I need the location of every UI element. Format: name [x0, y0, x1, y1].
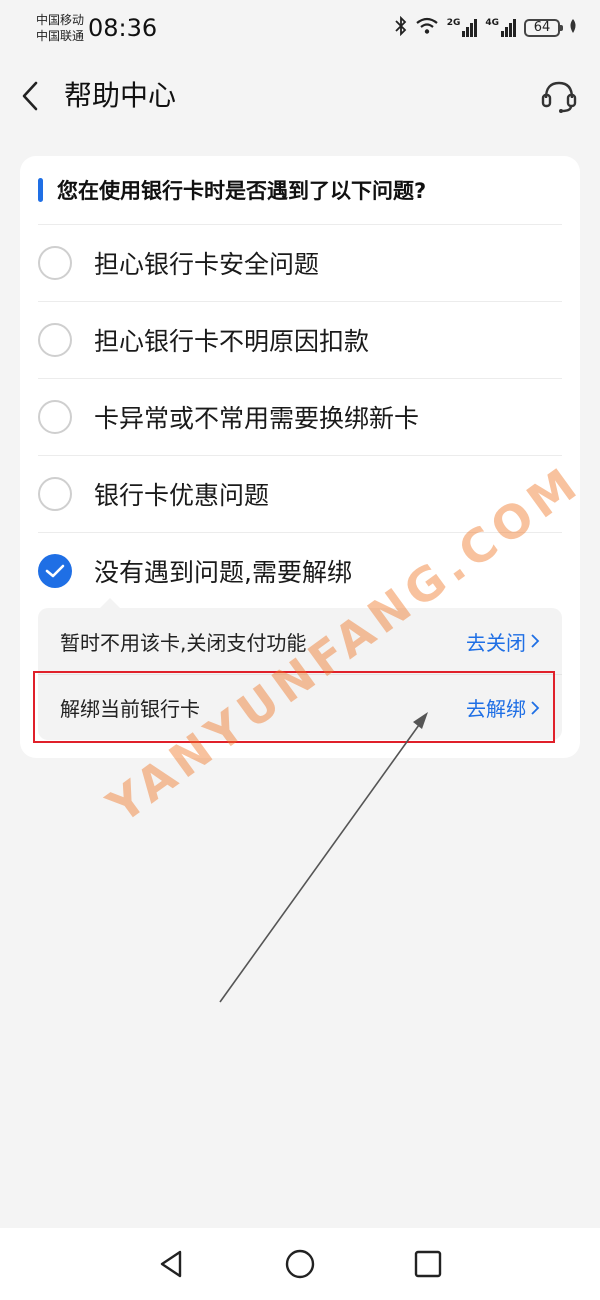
customer-service-button[interactable] — [540, 78, 578, 114]
nav-recents-button[interactable] — [412, 1248, 444, 1280]
question-text: 您在使用银行卡时是否遇到了以下问题? — [57, 179, 427, 203]
option-label: 担心银行卡不明原因扣款 — [94, 327, 370, 356]
action-text: 去关闭 — [466, 630, 526, 655]
carrier-info: 中国移动 中国联通 — [36, 12, 84, 44]
bluetooth-icon — [395, 15, 407, 40]
back-button[interactable] — [14, 78, 50, 114]
network-type-2: 4G — [485, 18, 499, 28]
chevron-right-icon — [531, 634, 540, 648]
close-payment-link[interactable]: 去关闭 — [466, 627, 540, 656]
option-label: 卡异常或不常用需要换绑新卡 — [94, 404, 420, 433]
signal-icon-sim2: 4G — [485, 19, 516, 37]
option-label: 没有遇到问题,需要解绑 — [94, 558, 352, 587]
option-rebind-card[interactable]: 卡异常或不常用需要换绑新卡 — [38, 378, 562, 455]
question-card: 您在使用银行卡时是否遇到了以下问题? 担心银行卡安全问题 担心银行卡不明原因扣款… — [20, 156, 580, 758]
circle-home-icon — [285, 1249, 315, 1279]
sub-option-label: 暂时不用该卡,关闭支付功能 — [60, 630, 307, 655]
option-label: 银行卡优惠问题 — [94, 481, 270, 510]
page-title: 帮助中心 — [64, 79, 177, 112]
square-recents-icon — [414, 1250, 442, 1278]
clock: 08:36 — [88, 14, 158, 42]
chevron-left-icon — [22, 81, 38, 111]
radio-icon[interactable] — [38, 477, 72, 511]
battery-icon: 64 — [524, 19, 563, 37]
checkmark-icon — [45, 564, 65, 578]
status-icons: 2G 4G 64 — [395, 15, 578, 41]
option-security[interactable]: 担心银行卡安全问题 — [38, 224, 562, 301]
carrier-2: 中国联通 — [36, 29, 85, 43]
option-label: 担心银行卡安全问题 — [94, 250, 320, 279]
radio-icon[interactable] — [38, 400, 72, 434]
radio-checked-icon[interactable] — [38, 554, 72, 588]
unbind-card-row[interactable]: 解绑当前银行卡 去解绑 — [38, 674, 562, 740]
carrier-1: 中国移动 — [36, 13, 85, 27]
unbind-sub-panel: 暂时不用该卡,关闭支付功能 去关闭 解绑当前银行卡 去解绑 — [38, 598, 562, 740]
close-payment-row[interactable]: 暂时不用该卡,关闭支付功能 去关闭 — [38, 608, 562, 674]
wifi-icon — [415, 17, 439, 39]
nav-home-button[interactable] — [284, 1248, 316, 1280]
option-unknown-charge[interactable]: 担心银行卡不明原因扣款 — [38, 301, 562, 378]
status-bar: 中国移动 中国联通 08:36 2G 4G 64 — [0, 0, 600, 56]
option-card-offers[interactable]: 银行卡优惠问题 — [38, 455, 562, 532]
app-header: 帮助中心 — [0, 64, 600, 128]
network-type-1: 2G — [446, 18, 461, 28]
nav-back-button[interactable] — [156, 1248, 188, 1280]
radio-icon[interactable] — [38, 246, 72, 280]
system-nav-bar — [0, 1228, 600, 1300]
action-text: 去解绑 — [466, 697, 526, 721]
question-heading: 您在使用银行卡时是否遇到了以下问题? — [38, 176, 426, 204]
chevron-right-icon — [531, 700, 540, 715]
triangle-back-icon — [160, 1250, 182, 1278]
leaf-icon — [568, 18, 578, 38]
headset-icon — [541, 81, 577, 113]
radio-icon[interactable] — [38, 323, 72, 357]
unbind-card-link[interactable]: 去解绑 — [466, 693, 540, 722]
sub-option-label: 解绑当前银行卡 — [60, 697, 200, 721]
signal-icon-sim1: 2G — [447, 19, 478, 37]
accent-bar — [38, 178, 43, 202]
